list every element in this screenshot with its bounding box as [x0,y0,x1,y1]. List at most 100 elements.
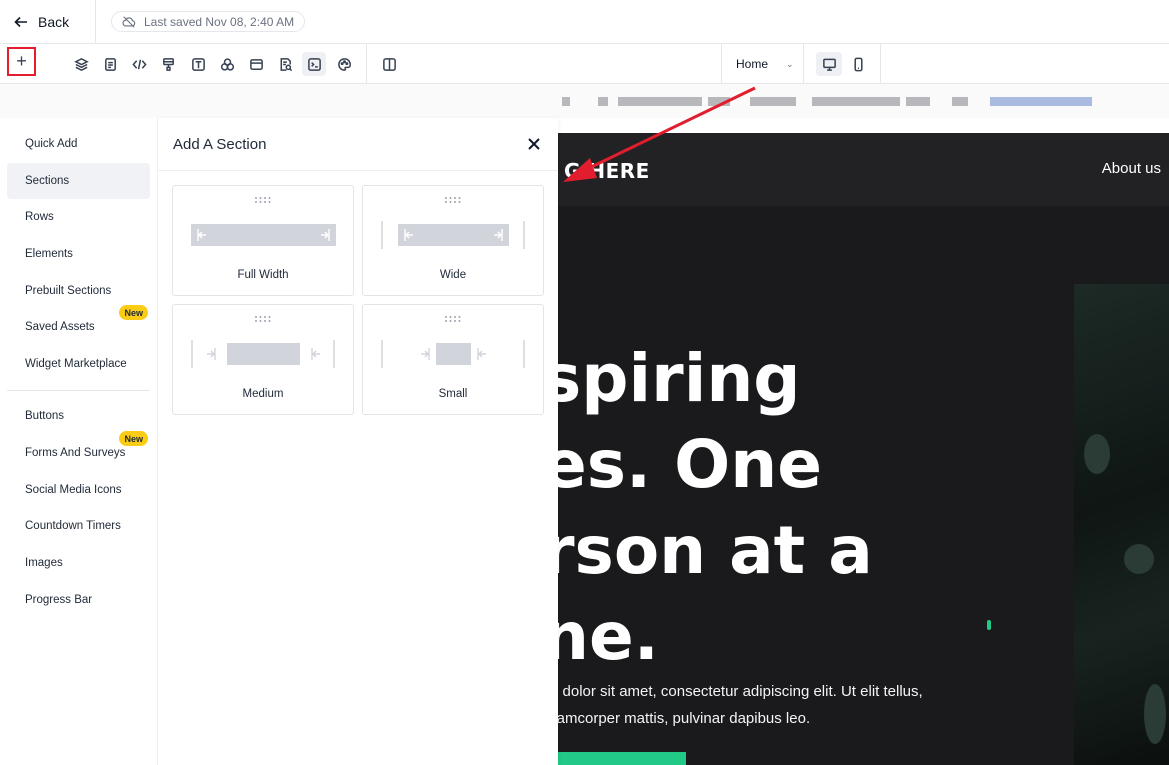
back-label: Back [38,14,70,30]
palette-icon[interactable] [332,52,356,76]
hero-paragraph-line: llamcorper mattis, pulvinar dapibus leo. [558,710,811,727]
editor-toolbar: + Home ⌄ [0,44,1169,84]
shapes-icon[interactable] [215,52,239,76]
sidebar-item-label: Images [25,557,63,569]
blurred-link [990,97,1092,106]
columns-icon[interactable] [377,52,401,76]
wide-layout-icon [381,221,525,249]
sidebar-item-social-media-icons[interactable]: Social Media Icons [7,472,150,508]
hero-cta-button[interactable] [558,752,686,765]
sidebar-item-rows[interactable]: Rows [7,199,150,235]
section-card-full-width[interactable]: Full Width [172,185,354,296]
sidebar-item-label: Widget Marketplace [25,358,127,370]
sidebar-item-label: Saved Assets [25,321,95,333]
sidebar-item-progress-bar[interactable]: Progress Bar [7,582,150,618]
sidebar-item-label: Forms And Surveys [25,447,126,459]
search-doc-icon[interactable] [273,52,297,76]
sidebar-item-elements[interactable]: Elements [7,236,150,272]
elements-sidebar: Quick Add Sections Rows Elements Prebuil… [0,118,158,765]
section-card-small[interactable]: Small [362,304,544,415]
sidebar-item-label: Rows [25,211,54,223]
code-icon[interactable] [127,52,151,76]
small-layout-icon [381,340,525,368]
sidebar-item-widget-marketplace[interactable]: Widget Marketplace [7,346,150,382]
blurred-text [906,97,930,106]
toolbar-divider [366,44,367,84]
sidebar-item-forms-and-surveys[interactable]: Forms And Surveys New [7,431,150,471]
hero-paragraph-line: n dolor sit amet, consectetur adipiscing… [558,683,923,700]
section-card-label: Wide [439,269,467,281]
section-card-wide[interactable]: Wide [362,185,544,296]
layers-icon[interactable] [69,52,93,76]
sidebar-item-quick-add[interactable]: Quick Add [7,126,150,162]
sidebar-divider [7,390,150,391]
save-status-text: Last saved Nov 08, 2:40 AM [144,14,295,29]
browser-icon[interactable] [244,52,268,76]
decorative-accent [987,620,991,630]
drag-handle-icon [255,316,271,322]
blurred-text [750,97,796,106]
page-select-value: Home [736,57,769,71]
medium-layout-icon [191,340,335,368]
sidebar-item-images[interactable]: Images [7,545,150,581]
save-status-badge: Last saved Nov 08, 2:40 AM [111,11,306,32]
hero-image[interactable] [1074,284,1169,765]
hero-paragraph[interactable]: n dolor sit amet, consectetur adipiscing… [558,678,980,732]
new-badge: New [119,431,148,446]
blurred-text [618,97,702,106]
sidebar-item-label: Social Media Icons [25,484,122,496]
text-icon[interactable] [186,52,210,76]
cloud-off-icon [122,15,136,28]
sidebar-item-label: Sections [25,175,70,187]
section-card-label: Medium [242,388,284,400]
sidebar-item-label: Countdown Timers [25,520,121,532]
sidebar-item-prebuilt-sections[interactable]: Prebuilt Sections [7,273,150,309]
drag-handle-icon [255,197,271,203]
sidebar-item-countdown-timers[interactable]: Countdown Timers [7,508,150,544]
blurred-text [952,97,968,106]
close-icon[interactable] [525,135,543,153]
drag-handle-icon [445,197,461,203]
sidebar-item-saved-assets[interactable]: Saved Assets New [7,305,150,345]
arrow-left-icon [14,16,27,28]
blurred-text [708,97,730,106]
back-button[interactable]: Back [0,0,96,44]
blurred-text [562,97,570,106]
chevron-down-icon: ⌄ [786,58,794,69]
mobile-view-icon[interactable] [845,52,871,76]
full-width-layout-icon [191,224,336,246]
site-logo[interactable]: G HERE [564,159,650,183]
page-icon[interactable] [98,52,122,76]
sidebar-item-label: Quick Add [25,138,78,150]
sidebar-item-label: Elements [25,248,73,260]
toolbar-divider [880,44,881,84]
drag-handle-icon [445,316,461,322]
nav-link-about[interactable]: About us [1102,160,1161,177]
image-detail [1124,544,1154,574]
panel-divider [158,170,558,171]
new-badge: New [119,305,148,320]
desktop-view-icon[interactable] [816,52,842,76]
site-preview: G HERE About us spiring es. One rson at … [558,133,1169,765]
hero-heading[interactable]: spiring es. One rson at a ne. [558,336,1162,680]
sidebar-item-label: Buttons [25,410,64,422]
sidebar-item-sections[interactable]: Sections [7,163,150,199]
blurred-text [812,97,900,106]
panel-title: Add A Section [173,136,267,153]
page-select[interactable]: Home ⌄ [721,44,804,84]
section-card-label: Full Width [237,269,289,281]
terminal-icon[interactable] [302,52,326,76]
section-card-medium[interactable]: Medium [172,304,354,415]
sidebar-item-label: Progress Bar [25,594,93,606]
site-header: G HERE About us [558,133,1169,206]
image-detail [1144,684,1166,744]
paint-icon[interactable] [156,52,180,76]
sidebar-item-label: Prebuilt Sections [25,285,112,297]
blurred-text [598,97,608,106]
top-bar: Back Last saved Nov 08, 2:40 AM [0,0,1169,44]
sidebar-item-buttons[interactable]: Buttons [7,398,150,434]
section-card-label: Small [438,388,468,400]
add-element-button[interactable]: + [7,47,36,76]
image-detail [1084,434,1110,474]
add-section-panel: Add A Section Full Width Wide Medium Sma… [158,118,558,765]
